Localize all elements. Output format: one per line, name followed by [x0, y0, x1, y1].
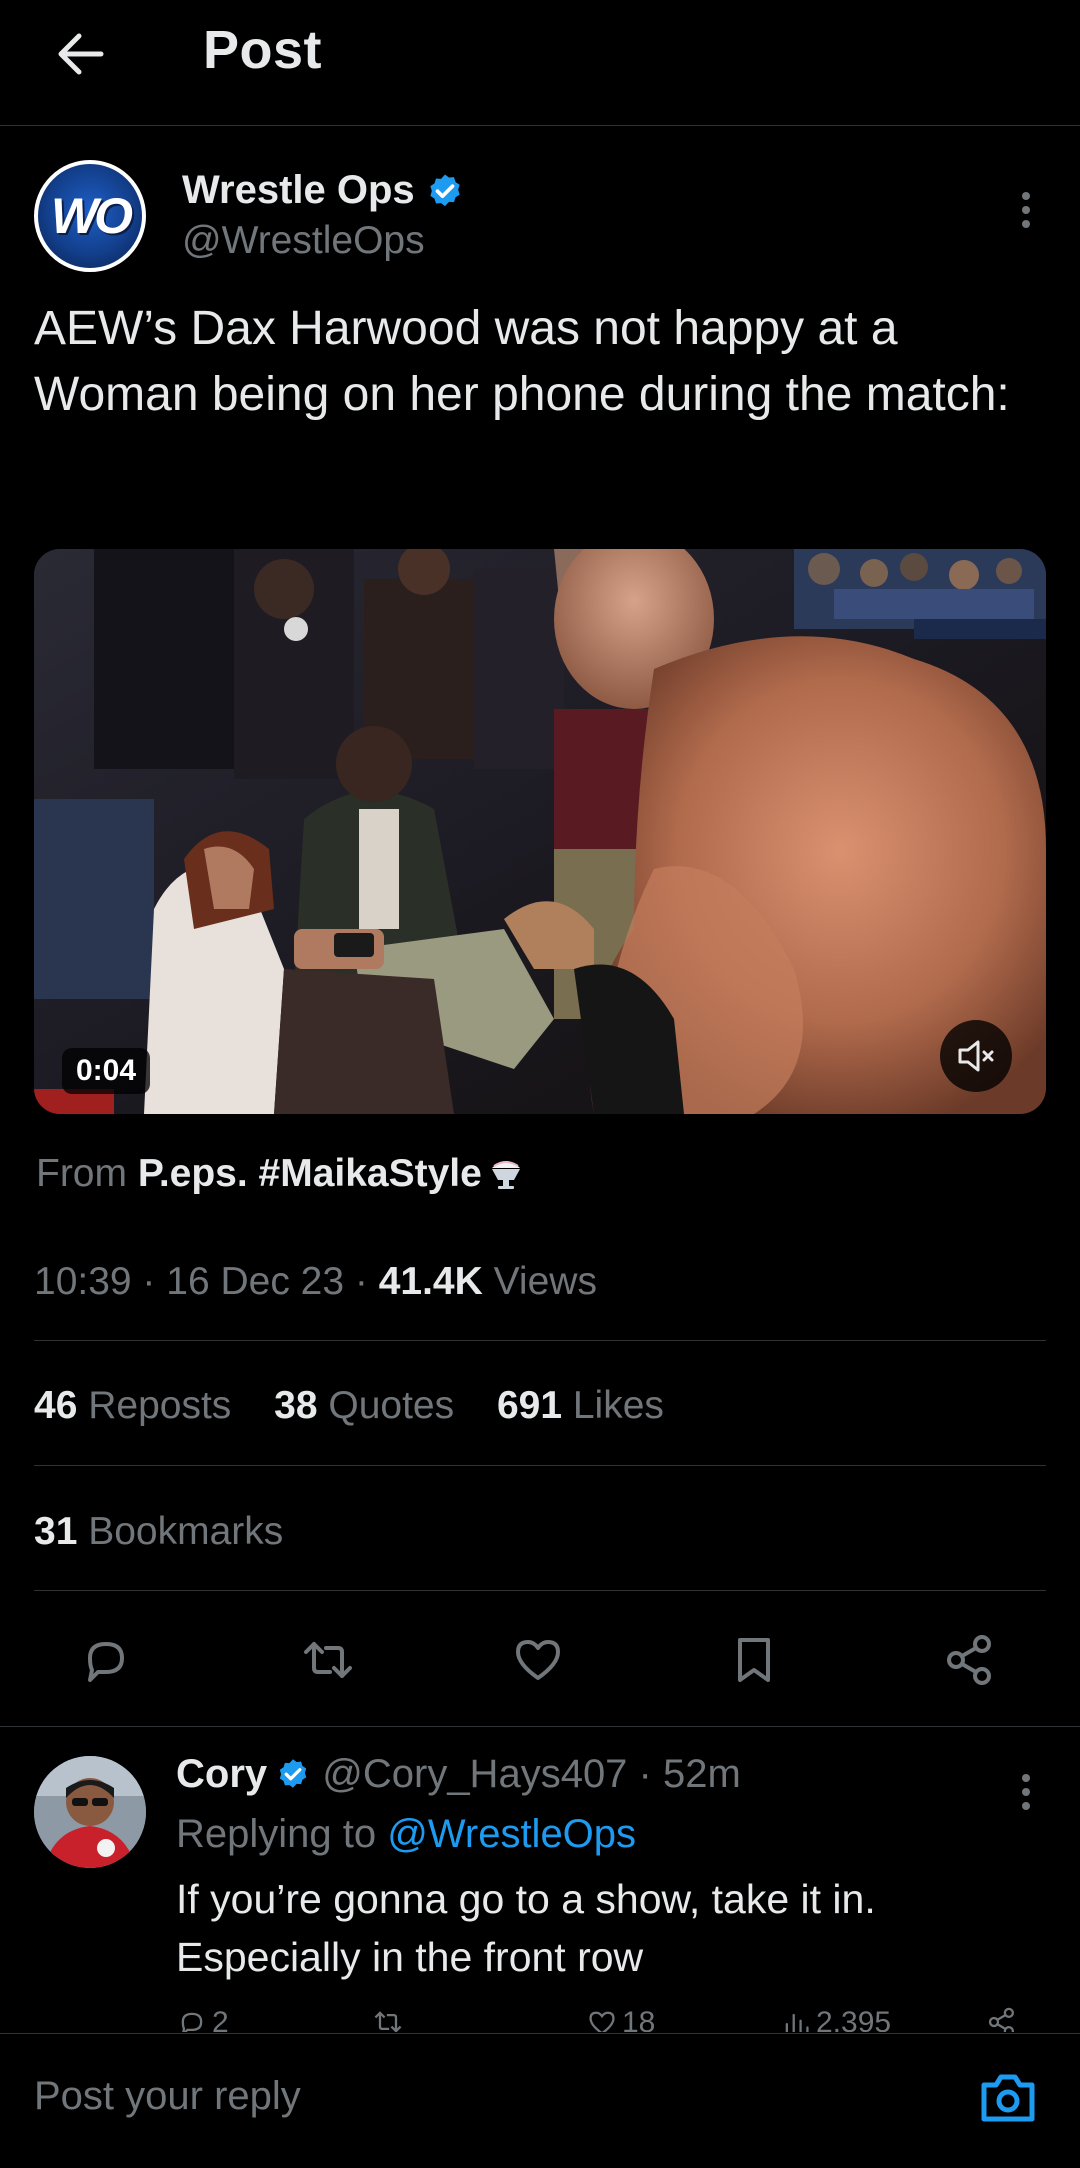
speaker-muted-icon — [958, 1040, 994, 1072]
reply-reply-count: 2 — [212, 2006, 229, 2032]
verified-badge-icon — [430, 174, 460, 207]
back-button[interactable] — [48, 22, 112, 86]
author-avatar[interactable]: WO — [34, 160, 146, 272]
author-name: Wrestle Ops — [182, 168, 415, 212]
reply-action-bar: 2 18 2,395 — [176, 2006, 1036, 2032]
repost-button[interactable] — [296, 1628, 360, 1692]
post-action-bar — [34, 1628, 1046, 1692]
shaved-ice-emoji-icon — [491, 1161, 520, 1189]
reply-like-count: 18 — [622, 2006, 656, 2032]
mute-button[interactable] — [940, 1020, 1012, 1092]
source-name: P.eps. #MaikaStyle — [137, 1152, 482, 1195]
video-duration: 0:04 — [62, 1048, 151, 1094]
like-button[interactable] — [506, 1628, 570, 1692]
reply-item[interactable]: Cory @Cory_Hays407 · 52m Replying to @Wr… — [0, 1728, 1080, 2032]
reply-author-name[interactable]: Cory — [176, 1752, 267, 1796]
views-label: Views — [482, 1260, 597, 1303]
share-icon — [988, 2007, 1014, 2032]
reply-button[interactable] — [74, 1628, 138, 1692]
views-count: 41.4K — [378, 1260, 483, 1303]
reply-header: Cory @Cory_Hays407 · 52m — [176, 1748, 741, 1800]
reposts-label: Reposts — [77, 1384, 232, 1427]
video-frame — [34, 549, 1046, 1114]
heart-icon — [589, 2011, 615, 2032]
repost-icon — [304, 1642, 352, 1678]
reply-repost-button[interactable] — [372, 2006, 404, 2032]
share-button[interactable] — [938, 1628, 1002, 1692]
avatar-logo-text: WO — [50, 188, 133, 244]
bookmarks-stat[interactable]: 31 Bookmarks — [34, 1506, 283, 1558]
post-video[interactable]: 0:04 — [34, 549, 1046, 1114]
camera-icon — [981, 2074, 1035, 2122]
post-text: AEW’s Dax Harwood was not happy at a Wom… — [34, 302, 1010, 421]
reply-views-button[interactable]: 2,395 — [780, 2006, 891, 2032]
reposts-stat[interactable]: 46 Reposts — [34, 1380, 231, 1432]
media-source[interactable]: From P.eps. #MaikaStyle — [36, 1148, 526, 1200]
reply-avatar-image — [34, 1756, 146, 1868]
reply-icon — [181, 2012, 203, 2032]
author-handle[interactable]: @WrestleOps — [182, 218, 425, 264]
camera-button[interactable] — [976, 2066, 1040, 2130]
reposts-count: 46 — [34, 1384, 78, 1427]
reply-composer[interactable]: Post your reply — [0, 2033, 1080, 2168]
heart-icon — [516, 1640, 560, 1680]
likes-label: Likes — [562, 1384, 664, 1427]
replying-prefix: Replying to — [176, 1812, 388, 1856]
top-bar: Post — [0, 0, 1080, 126]
divider — [34, 1590, 1046, 1591]
reply-share-button[interactable] — [986, 2006, 1018, 2032]
replying-to-line: Replying to @WrestleOps — [176, 1808, 636, 1860]
repost-icon — [374, 2011, 402, 2032]
source-prefix: From — [36, 1152, 127, 1195]
reply-like-button[interactable]: 18 — [586, 2006, 655, 2032]
bookmarks-label: Bookmarks — [77, 1510, 284, 1553]
divider — [34, 1340, 1046, 1341]
reply-reply-button[interactable]: 2 — [176, 2006, 229, 2032]
more-vertical-icon — [1022, 192, 1030, 228]
engagement-stats: 46 Reposts 38 Quotes 691 Likes — [34, 1380, 696, 1432]
reply-view-count: 2,395 — [816, 2006, 892, 2032]
post-meta: 10:39 · 16 Dec 23 · 41.4K Views — [34, 1256, 597, 1308]
quotes-stat[interactable]: 38 Quotes — [274, 1380, 454, 1432]
bookmark-button[interactable] — [722, 1628, 786, 1692]
verified-badge-icon — [279, 1759, 307, 1788]
reply-avatar[interactable] — [34, 1756, 146, 1868]
reply-more-button[interactable] — [1006, 1762, 1046, 1822]
quotes-label: Quotes — [317, 1384, 455, 1427]
bookmarks-count: 31 — [34, 1510, 78, 1553]
reply-icon — [88, 1642, 124, 1682]
reply-text: If you’re gonna go to a show, take it in… — [176, 1876, 876, 1980]
share-icon — [947, 1635, 991, 1685]
views-chart-icon — [785, 2013, 809, 2032]
likes-stat[interactable]: 691 Likes — [497, 1380, 664, 1432]
author-name-row[interactable]: Wrestle Ops — [182, 166, 465, 214]
divider — [0, 1726, 1080, 1727]
post-timestamp: 10:39 · 16 Dec 23 · — [34, 1260, 379, 1303]
replying-to-mention[interactable]: @WrestleOps — [387, 1812, 636, 1856]
arrow-left-icon — [58, 33, 104, 75]
more-vertical-icon — [1022, 1774, 1030, 1810]
divider — [34, 1465, 1046, 1466]
reply-input[interactable]: Post your reply — [34, 2070, 301, 2122]
page-title: Post — [203, 20, 323, 80]
post-author: WO Wrestle Ops @WrestleOps — [34, 160, 1046, 276]
bookmark-icon — [738, 1638, 770, 1682]
reply-handle-time: @Cory_Hays407 · 52m — [311, 1752, 741, 1796]
post-more-button[interactable] — [1006, 180, 1046, 240]
quotes-count: 38 — [274, 1384, 318, 1427]
likes-count: 691 — [496, 1384, 563, 1427]
